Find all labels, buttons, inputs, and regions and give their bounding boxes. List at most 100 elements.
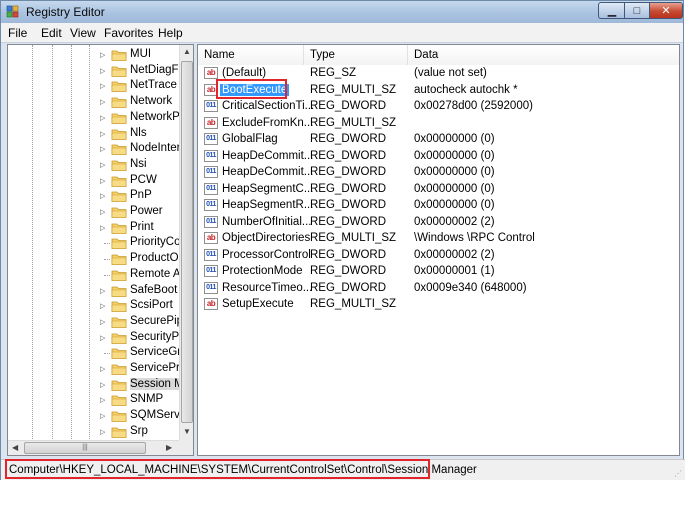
- menu-file[interactable]: File: [8, 26, 27, 40]
- value-row[interactable]: 011 CriticalSectionTi... REG_DWORD 0x00278d…: [198, 98, 679, 115]
- tree-item[interactable]: ▷ SecurePipe: [8, 314, 189, 330]
- expand-arrow-icon[interactable]: ▷: [100, 208, 105, 216]
- expand-arrow-icon[interactable]: ▷: [100, 130, 105, 138]
- tree-item[interactable]: ▷ NetworkPr: [8, 110, 184, 126]
- tree-item[interactable]: ▷ SafeBoot: [8, 283, 179, 299]
- tree-item[interactable]: ▷ PnP: [8, 188, 179, 204]
- close-button[interactable]: ✕: [649, 2, 683, 19]
- value-name[interactable]: HeapDeCommit...: [220, 166, 315, 178]
- value-row[interactable]: 011 ProcessorControl REG_DWORD 0x00000002 (…: [198, 247, 679, 264]
- expand-arrow-icon[interactable]: ▷: [100, 318, 105, 326]
- expand-arrow-icon[interactable]: ▷: [100, 381, 105, 389]
- minimize-button[interactable]: ▁: [598, 2, 625, 19]
- value-row[interactable]: ab (Default) REG_SZ (value not set): [198, 65, 679, 82]
- title-bar[interactable]: Registry Editor ▁ □ ✕: [1, 1, 683, 23]
- expand-arrow-icon[interactable]: ▷: [100, 224, 105, 232]
- expand-arrow-icon[interactable]: ▷: [100, 428, 105, 436]
- expand-arrow-icon[interactable]: ▷: [100, 365, 105, 373]
- expand-arrow-icon[interactable]: ▷: [100, 114, 105, 122]
- value-name[interactable]: ExcludeFromKn...: [220, 117, 315, 129]
- menu-edit[interactable]: Edit: [41, 26, 62, 40]
- value-name[interactable]: HeapSegmentR...: [220, 199, 315, 211]
- column-header-type[interactable]: Type: [304, 45, 408, 65]
- expand-arrow-icon[interactable]: ▷: [100, 161, 105, 169]
- value-name[interactable]: ProtectionMode: [220, 265, 305, 277]
- tree-item[interactable]: ▷ Nsi: [8, 157, 179, 173]
- value-name[interactable]: NumberOfInitial...: [220, 216, 313, 228]
- tree-item[interactable]: ▷ ScsiPort: [8, 298, 179, 314]
- menu-help[interactable]: Help: [158, 26, 183, 40]
- value-row[interactable]: 011 HeapSegmentC... REG_DWORD 0x00000000 (0…: [198, 181, 679, 198]
- expand-arrow-icon[interactable]: ▷: [100, 177, 105, 185]
- value-name[interactable]: ResourceTimeo...: [220, 282, 314, 294]
- tree-item[interactable]: ▷ MUI: [8, 47, 179, 63]
- scroll-down-arrow-icon[interactable]: ▼: [183, 427, 191, 436]
- maximize-button[interactable]: □: [624, 2, 650, 19]
- expand-arrow-icon[interactable]: ▷: [100, 302, 105, 310]
- value-row[interactable]: 011 HeapSegmentR... REG_DWORD 0x00000000 (0…: [198, 197, 679, 214]
- expand-arrow-icon[interactable]: ▷: [100, 98, 105, 106]
- tree-item[interactable]: ▷ NetDiagFx: [8, 63, 184, 79]
- tree-item[interactable]: ▷ PCW: [8, 173, 179, 189]
- tree-vertical-scroll-thumb[interactable]: [181, 61, 193, 423]
- value-name[interactable]: BootExecute: [220, 83, 290, 96]
- expand-arrow-icon[interactable]: ▷: [100, 51, 105, 59]
- value-name[interactable]: HeapDeCommit...: [220, 150, 315, 162]
- value-row[interactable]: 011 GlobalFlag REG_DWORD 0x00000000 (0): [198, 131, 679, 148]
- value-name[interactable]: ProcessorControl: [220, 249, 313, 261]
- expand-arrow-icon[interactable]: ▷: [100, 67, 105, 75]
- value-row[interactable]: ab ExcludeFromKn... REG_MULTI_SZ: [198, 115, 679, 132]
- value-name[interactable]: (Default): [220, 67, 268, 79]
- scroll-up-arrow-icon[interactable]: ▲: [183, 47, 191, 56]
- tree-item[interactable]: ▷ Network: [8, 94, 179, 110]
- tree-item[interactable]: ▷ Nls: [8, 126, 179, 142]
- value-name[interactable]: CriticalSectionTi...: [220, 100, 316, 112]
- tree-horizontal-scrollbar[interactable]: ◀ ||| ▶: [8, 440, 179, 455]
- value-name[interactable]: GlobalFlag: [220, 133, 280, 145]
- tree-item[interactable]: ▷ ServiceProv: [8, 361, 192, 377]
- scroll-left-arrow-icon[interactable]: ◀: [12, 443, 18, 452]
- value-name[interactable]: HeapSegmentC...: [220, 183, 315, 195]
- tree-item[interactable]: PriorityCor: [8, 235, 184, 251]
- value-row[interactable]: ab SetupExecute REG_MULTI_SZ: [198, 296, 679, 313]
- menu-view[interactable]: View: [70, 26, 96, 40]
- tree-vertical-scrollbar[interactable]: ▲ ▼: [179, 45, 193, 440]
- tree-horizontal-scroll-thumb[interactable]: |||: [24, 442, 146, 454]
- column-header-data[interactable]: Data: [408, 45, 679, 65]
- value-row[interactable]: 011 HeapDeCommit... REG_DWORD 0x00000000 (0…: [198, 164, 679, 181]
- expand-arrow-icon[interactable]: ▷: [100, 145, 105, 153]
- tree-item[interactable]: ▷ Power: [8, 204, 179, 220]
- string-value-icon: ab: [204, 116, 218, 129]
- expand-arrow-icon[interactable]: ▷: [100, 334, 105, 342]
- tree-item[interactable]: ▷ Session Ma: [8, 377, 191, 393]
- expand-arrow-icon[interactable]: ▷: [100, 412, 105, 420]
- expand-arrow-icon[interactable]: ▷: [100, 82, 105, 90]
- tree-item[interactable]: ▷ NetTrace: [8, 78, 179, 94]
- value-row[interactable]: 011 HeapDeCommit... REG_DWORD 0x00000000 (0…: [198, 148, 679, 165]
- tree-item[interactable]: ▷ Srp: [8, 424, 179, 440]
- expand-arrow-icon[interactable]: ▷: [100, 287, 105, 295]
- expand-arrow-icon[interactable]: ▷: [100, 192, 105, 200]
- value-row[interactable]: 011 ResourceTimeo... REG_DWORD 0x0009e340 (…: [198, 280, 679, 297]
- menu-favorites[interactable]: Favorites: [104, 26, 153, 40]
- registry-value-list[interactable]: Name Type Data ab (Default) REG_SZ (value n…: [197, 44, 680, 456]
- registry-key-tree[interactable]: ▷ MUI ▷ NetDiagFx ▷ NetTrace ▷ Network ▷ NetworkP…: [7, 44, 194, 456]
- expand-arrow-icon[interactable]: ▷: [100, 396, 105, 404]
- value-name[interactable]: SetupExecute: [220, 298, 296, 310]
- tree-item[interactable]: ServiceGro: [8, 345, 188, 361]
- tree-item[interactable]: ▷ SNMP: [8, 392, 179, 408]
- value-row[interactable]: ab ObjectDirectories REG_MULTI_SZ \Windows …: [198, 230, 679, 247]
- value-row[interactable]: 011 NumberOfInitial... REG_DWORD 0x00000002…: [198, 214, 679, 231]
- tree-item[interactable]: ▷ SQMServic: [8, 408, 188, 424]
- scroll-right-arrow-icon[interactable]: ▶: [166, 443, 172, 452]
- tree-item[interactable]: ▷ SecurityPro: [8, 330, 189, 346]
- value-row[interactable]: 011 ProtectionMode REG_DWORD 0x00000001 (1): [198, 263, 679, 280]
- value-name[interactable]: ObjectDirectories: [220, 232, 312, 244]
- tree-item[interactable]: Remote As: [8, 267, 186, 283]
- resize-grip-icon[interactable]: ⋰: [674, 469, 682, 478]
- value-row[interactable]: ab BootExecute REG_MULTI_SZ autocheck autoc…: [198, 82, 679, 99]
- tree-item[interactable]: ▷ Print: [8, 220, 179, 236]
- column-header-name[interactable]: Name: [198, 45, 304, 65]
- tree-item[interactable]: ProductOp: [8, 251, 185, 267]
- tree-item[interactable]: ▷ NodeInterf: [8, 141, 184, 157]
